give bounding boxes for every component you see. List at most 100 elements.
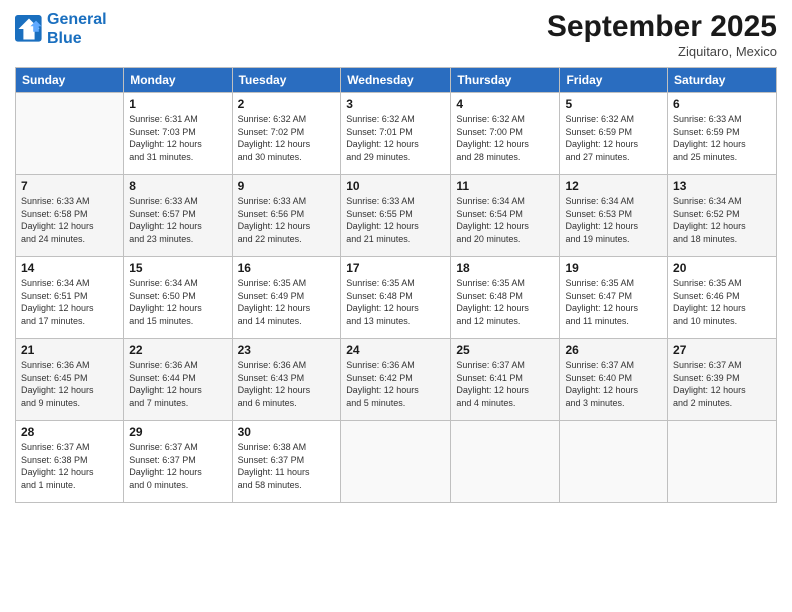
week-row-3: 21 Sunrise: 6:36 AM Sunset: 6:45 PM Dayli…: [16, 339, 777, 421]
calendar-cell: 23Sunrise: 6:36 AM Sunset: 6:43 PM Dayli…: [232, 339, 341, 421]
day-info: Sunrise: 6:37 AM Sunset: 6:38 PM Dayligh…: [21, 441, 118, 491]
logo-line1: General: [47, 10, 107, 29]
day-info: Sunrise: 6:34 AM Sunset: 6:51 PM Dayligh…: [21, 277, 118, 327]
calendar-cell: 26Sunrise: 6:37 AM Sunset: 6:40 PM Dayli…: [560, 339, 668, 421]
day-number: 2: [238, 97, 336, 111]
day-number: 20: [673, 261, 771, 275]
day-info: Sunrise: 6:34 AM Sunset: 6:50 PM Dayligh…: [129, 277, 226, 327]
day-number: 22: [129, 343, 226, 357]
header-sunday: Sunday: [16, 68, 124, 93]
day-info: Sunrise: 6:33 AM Sunset: 6:58 PM Dayligh…: [21, 195, 118, 245]
calendar-cell: 25Sunrise: 6:37 AM Sunset: 6:41 PM Dayli…: [451, 339, 560, 421]
day-number: 25: [456, 343, 554, 357]
day-info: Sunrise: 6:36 AM Sunset: 6:42 PM Dayligh…: [346, 359, 445, 409]
calendar-cell: 6 Sunrise: 6:33 AM Sunset: 6:59 PM Daylig…: [668, 93, 777, 175]
calendar-cell: 13 Sunrise: 6:34 AM Sunset: 6:52 PM Dayli…: [668, 175, 777, 257]
day-number: 15: [129, 261, 226, 275]
day-number: 17: [346, 261, 445, 275]
calendar-cell: 19Sunrise: 6:35 AM Sunset: 6:47 PM Dayli…: [560, 257, 668, 339]
day-number: 21: [21, 343, 118, 357]
calendar-cell: [341, 421, 451, 503]
header-monday: Monday: [124, 68, 232, 93]
day-info: Sunrise: 6:37 AM Sunset: 6:37 PM Dayligh…: [129, 441, 226, 491]
day-number: 12: [565, 179, 662, 193]
day-info: Sunrise: 6:37 AM Sunset: 6:39 PM Dayligh…: [673, 359, 771, 409]
day-info: Sunrise: 6:38 AM Sunset: 6:37 PM Dayligh…: [238, 441, 336, 491]
day-info: Sunrise: 6:33 AM Sunset: 6:56 PM Dayligh…: [238, 195, 336, 245]
day-number: 7: [21, 179, 118, 193]
day-info: Sunrise: 6:35 AM Sunset: 6:48 PM Dayligh…: [456, 277, 554, 327]
day-number: 9: [238, 179, 336, 193]
location-subtitle: Ziquitaro, Mexico: [547, 44, 777, 59]
title-block: September 2025 Ziquitaro, Mexico: [547, 10, 777, 59]
calendar-cell: 4Sunrise: 6:32 AM Sunset: 7:00 PM Daylig…: [451, 93, 560, 175]
calendar-cell: [560, 421, 668, 503]
calendar-cell: 30Sunrise: 6:38 AM Sunset: 6:37 PM Dayli…: [232, 421, 341, 503]
day-number: 27: [673, 343, 771, 357]
day-number: 14: [21, 261, 118, 275]
calendar-cell: 14 Sunrise: 6:34 AM Sunset: 6:51 PM Dayli…: [16, 257, 124, 339]
logo-text-block: General Blue: [47, 10, 107, 48]
day-info: Sunrise: 6:32 AM Sunset: 7:02 PM Dayligh…: [238, 113, 336, 163]
day-info: Sunrise: 6:35 AM Sunset: 6:47 PM Dayligh…: [565, 277, 662, 327]
calendar-cell: [16, 93, 124, 175]
day-info: Sunrise: 6:32 AM Sunset: 7:00 PM Dayligh…: [456, 113, 554, 163]
calendar-cell: 9 Sunrise: 6:33 AM Sunset: 6:56 PM Daylig…: [232, 175, 341, 257]
logo-icon: [15, 15, 43, 43]
day-info: Sunrise: 6:34 AM Sunset: 6:52 PM Dayligh…: [673, 195, 771, 245]
calendar-cell: 8 Sunrise: 6:33 AM Sunset: 6:57 PM Daylig…: [124, 175, 232, 257]
day-info: Sunrise: 6:35 AM Sunset: 6:48 PM Dayligh…: [346, 277, 445, 327]
day-info: Sunrise: 6:36 AM Sunset: 6:45 PM Dayligh…: [21, 359, 118, 409]
day-info: Sunrise: 6:32 AM Sunset: 7:01 PM Dayligh…: [346, 113, 445, 163]
day-number: 16: [238, 261, 336, 275]
week-row-1: 7 Sunrise: 6:33 AM Sunset: 6:58 PM Daylig…: [16, 175, 777, 257]
calendar-cell: 18 Sunrise: 6:35 AM Sunset: 6:48 PM Dayli…: [451, 257, 560, 339]
month-title: September 2025: [547, 10, 777, 44]
day-number: 28: [21, 425, 118, 439]
calendar-cell: [668, 421, 777, 503]
day-info: Sunrise: 6:36 AM Sunset: 6:44 PM Dayligh…: [129, 359, 226, 409]
calendar-cell: 28 Sunrise: 6:37 AM Sunset: 6:38 PM Dayli…: [16, 421, 124, 503]
week-row-2: 14 Sunrise: 6:34 AM Sunset: 6:51 PM Dayli…: [16, 257, 777, 339]
day-info: Sunrise: 6:32 AM Sunset: 6:59 PM Dayligh…: [565, 113, 662, 163]
calendar-table: SundayMondayTuesdayWednesdayThursdayFrid…: [15, 67, 777, 503]
day-info: Sunrise: 6:33 AM Sunset: 6:55 PM Dayligh…: [346, 195, 445, 245]
day-info: Sunrise: 6:37 AM Sunset: 6:40 PM Dayligh…: [565, 359, 662, 409]
day-info: Sunrise: 6:33 AM Sunset: 6:57 PM Dayligh…: [129, 195, 226, 245]
calendar-cell: 2 Sunrise: 6:32 AM Sunset: 7:02 PM Daylig…: [232, 93, 341, 175]
day-number: 29: [129, 425, 226, 439]
day-info: Sunrise: 6:33 AM Sunset: 6:59 PM Dayligh…: [673, 113, 771, 163]
calendar-cell: 21 Sunrise: 6:36 AM Sunset: 6:45 PM Dayli…: [16, 339, 124, 421]
day-info: Sunrise: 6:31 AM Sunset: 7:03 PM Dayligh…: [129, 113, 226, 163]
calendar-cell: 22 Sunrise: 6:36 AM Sunset: 6:44 PM Dayli…: [124, 339, 232, 421]
header-wednesday: Wednesday: [341, 68, 451, 93]
calendar-cell: 10 Sunrise: 6:33 AM Sunset: 6:55 PM Dayli…: [341, 175, 451, 257]
header-friday: Friday: [560, 68, 668, 93]
calendar-cell: 17 Sunrise: 6:35 AM Sunset: 6:48 PM Dayli…: [341, 257, 451, 339]
day-info: Sunrise: 6:35 AM Sunset: 6:49 PM Dayligh…: [238, 277, 336, 327]
day-number: 10: [346, 179, 445, 193]
header-row: SundayMondayTuesdayWednesdayThursdayFrid…: [16, 68, 777, 93]
day-info: Sunrise: 6:34 AM Sunset: 6:53 PM Dayligh…: [565, 195, 662, 245]
calendar-cell: 29 Sunrise: 6:37 AM Sunset: 6:37 PM Dayli…: [124, 421, 232, 503]
day-number: 13: [673, 179, 771, 193]
calendar-cell: 3 Sunrise: 6:32 AM Sunset: 7:01 PM Daylig…: [341, 93, 451, 175]
header-thursday: Thursday: [451, 68, 560, 93]
day-info: Sunrise: 6:34 AM Sunset: 6:54 PM Dayligh…: [456, 195, 554, 245]
calendar-cell: 16 Sunrise: 6:35 AM Sunset: 6:49 PM Dayli…: [232, 257, 341, 339]
day-number: 3: [346, 97, 445, 111]
logo-line2: Blue: [47, 29, 107, 48]
day-number: 5: [565, 97, 662, 111]
day-info: Sunrise: 6:36 AM Sunset: 6:43 PM Dayligh…: [238, 359, 336, 409]
calendar-cell: 11Sunrise: 6:34 AM Sunset: 6:54 PM Dayli…: [451, 175, 560, 257]
day-number: 18: [456, 261, 554, 275]
calendar-cell: 1Sunrise: 6:31 AM Sunset: 7:03 PM Daylig…: [124, 93, 232, 175]
header-saturday: Saturday: [668, 68, 777, 93]
day-number: 8: [129, 179, 226, 193]
day-info: Sunrise: 6:35 AM Sunset: 6:46 PM Dayligh…: [673, 277, 771, 327]
week-row-0: 1Sunrise: 6:31 AM Sunset: 7:03 PM Daylig…: [16, 93, 777, 175]
calendar-cell: [451, 421, 560, 503]
day-number: 6: [673, 97, 771, 111]
calendar-cell: 15 Sunrise: 6:34 AM Sunset: 6:50 PM Dayli…: [124, 257, 232, 339]
calendar-cell: 7 Sunrise: 6:33 AM Sunset: 6:58 PM Daylig…: [16, 175, 124, 257]
